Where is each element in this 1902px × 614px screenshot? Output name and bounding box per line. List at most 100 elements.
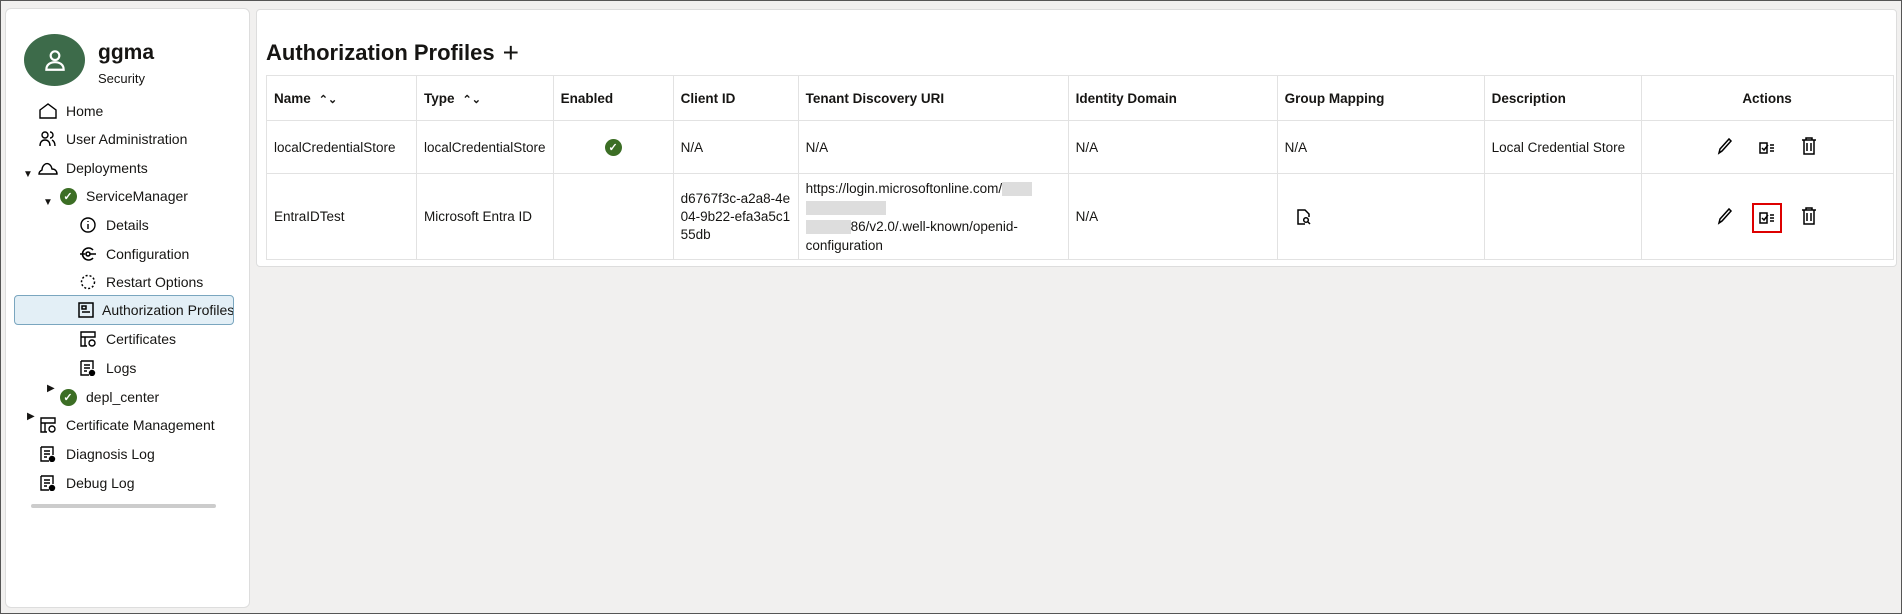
caret-down-icon[interactable]: ▼: [43, 197, 53, 208]
document-search-icon: [1296, 208, 1311, 225]
certificate-icon: [78, 329, 98, 349]
user-role: Security: [98, 71, 145, 86]
col-tenant-uri: Tenant Discovery URI: [797, 75, 1069, 121]
nav-logs[interactable]: Logs: [78, 354, 136, 382]
uri-part: https://login.microsoftonline.com/: [805, 180, 1003, 196]
cell-uri: https://login.microsoftonline.com/ 86/v2…: [797, 173, 1069, 260]
nav-label: ServiceManager: [86, 188, 188, 204]
cell-enabled: ✓: [552, 120, 674, 174]
nav-label: Details: [106, 217, 149, 233]
avatar: [24, 34, 85, 86]
test-button[interactable]: [1752, 202, 1783, 233]
checklist-icon: [1759, 142, 1775, 154]
nav-service-manager[interactable]: ✓ ServiceManager: [58, 182, 188, 210]
caret-right-icon[interactable]: ▶: [27, 411, 35, 422]
user-name: ggma: [98, 41, 155, 64]
cell-description: [1483, 173, 1642, 260]
trash-icon: [1801, 206, 1816, 225]
cell-actions: [1640, 120, 1894, 174]
col-client-id: Client ID: [672, 75, 799, 121]
log-icon: [78, 358, 98, 378]
cell-group-mapping: N/A: [1276, 120, 1485, 174]
main-panel: Authorization Profiles + Name ⌃⌄ Type ⌃⌄ E…: [256, 9, 1897, 267]
cell-description: Local Credential Store: [1483, 120, 1642, 174]
cell-group-mapping: [1276, 173, 1485, 260]
page-title: Authorization Profiles +: [266, 37, 519, 69]
info-icon: [78, 215, 98, 235]
trash-icon: [1801, 137, 1816, 155]
horizontal-scrollbar[interactable]: [31, 504, 216, 508]
cell-name: EntraIDTest: [266, 173, 417, 260]
nav-details[interactable]: Details: [78, 211, 149, 239]
nav-depl-center[interactable]: ✓ depl_center: [58, 383, 159, 411]
sort-icon: ⌃⌄: [318, 93, 338, 106]
nav-certificate-management[interactable]: Certificate Management: [38, 411, 215, 439]
view-group-mapping-button[interactable]: [1291, 204, 1317, 230]
nav-label: Certificate Management: [66, 417, 215, 433]
cell-actions: [1640, 173, 1894, 260]
nav-label: Certificates: [106, 331, 177, 347]
user-icon: [44, 50, 65, 71]
nav-diagnosis-log[interactable]: Diagnosis Log: [38, 440, 155, 468]
nav-configuration[interactable]: Configuration: [78, 240, 189, 268]
checklist-icon: [1759, 211, 1775, 224]
nav-debug-log[interactable]: Debug Log: [38, 469, 135, 497]
col-identity-domain: Identity Domain: [1067, 75, 1278, 121]
nav-authorization-profiles[interactable]: Authorization Profiles: [78, 296, 233, 324]
cell-client-id: N/A: [672, 120, 799, 174]
nav-certificates[interactable]: Certificates: [78, 325, 176, 353]
nav-label: User Administration: [66, 131, 188, 147]
col-type[interactable]: Type ⌃⌄: [416, 75, 554, 121]
nav-home[interactable]: Home: [38, 97, 103, 125]
nav-label: Diagnosis Log: [66, 446, 155, 462]
users-icon: [38, 129, 58, 149]
nav-label: depl_center: [86, 389, 160, 405]
certificate-icon: [38, 415, 58, 435]
table-row: EntraIDTest Microsoft Entra ID d6767f3c-…: [266, 173, 1894, 260]
status-ok-icon: ✓: [58, 186, 78, 206]
nav-deployments[interactable]: Deployments: [38, 154, 148, 182]
cell-type: Microsoft Entra ID: [416, 173, 554, 260]
col-enabled: Enabled: [552, 75, 674, 121]
cell-enabled: [552, 173, 674, 260]
cell-identity-domain: N/A: [1067, 120, 1278, 174]
col-description: Description: [1483, 75, 1642, 121]
redacted: [805, 219, 851, 234]
log-icon: [38, 473, 58, 493]
delete-button[interactable]: [1796, 203, 1822, 229]
nav-restart-options[interactable]: Restart Options: [78, 268, 203, 296]
sidebar: ggma Security Home User Administration ▼…: [5, 8, 250, 608]
nav-label: Restart Options: [106, 274, 204, 290]
cell-client-id: d6767f3c-a2a8-4e04-9b22-efa3a5c155db: [672, 173, 799, 260]
cell-type: localCredentialStore: [416, 120, 554, 174]
edit-button[interactable]: [1712, 203, 1738, 229]
delete-button[interactable]: [1796, 133, 1822, 159]
caret-down-icon[interactable]: ▼: [23, 169, 33, 180]
nav-user-administration[interactable]: User Administration: [38, 125, 187, 153]
pencil-icon: [1718, 137, 1733, 155]
test-button[interactable]: [1754, 135, 1780, 161]
profiles-table: Name ⌃⌄ Type ⌃⌄ Enabled Client ID Tenant D…: [266, 75, 1894, 260]
nav-label: Home: [66, 103, 104, 119]
cloud-icon: [38, 158, 58, 178]
table-row: localCredentialStore localCredentialStor…: [266, 120, 1894, 174]
edit-button[interactable]: [1712, 133, 1738, 159]
col-actions: Actions: [1640, 75, 1894, 121]
page-title-text: Authorization Profiles: [266, 40, 495, 65]
status-ok-icon: ✓: [58, 387, 78, 407]
add-profile-button[interactable]: +: [503, 37, 519, 69]
redacted: [805, 200, 886, 215]
cell-identity-domain: N/A: [1067, 173, 1278, 260]
nav-label: Configuration: [106, 246, 190, 262]
table-header: Name ⌃⌄ Type ⌃⌄ Enabled Client ID Tenant D…: [266, 75, 1894, 121]
col-name[interactable]: Name ⌃⌄: [266, 75, 417, 121]
enabled-check-icon: ✓: [604, 138, 622, 156]
pencil-icon: [1718, 207, 1733, 225]
nav-label: Deployments: [66, 160, 148, 176]
configuration-icon: [78, 244, 98, 264]
redacted: [1002, 181, 1033, 196]
home-icon: [38, 101, 58, 121]
profile-card-icon: [78, 300, 94, 320]
log-icon: [38, 444, 58, 464]
caret-right-icon[interactable]: ▶: [47, 383, 55, 394]
